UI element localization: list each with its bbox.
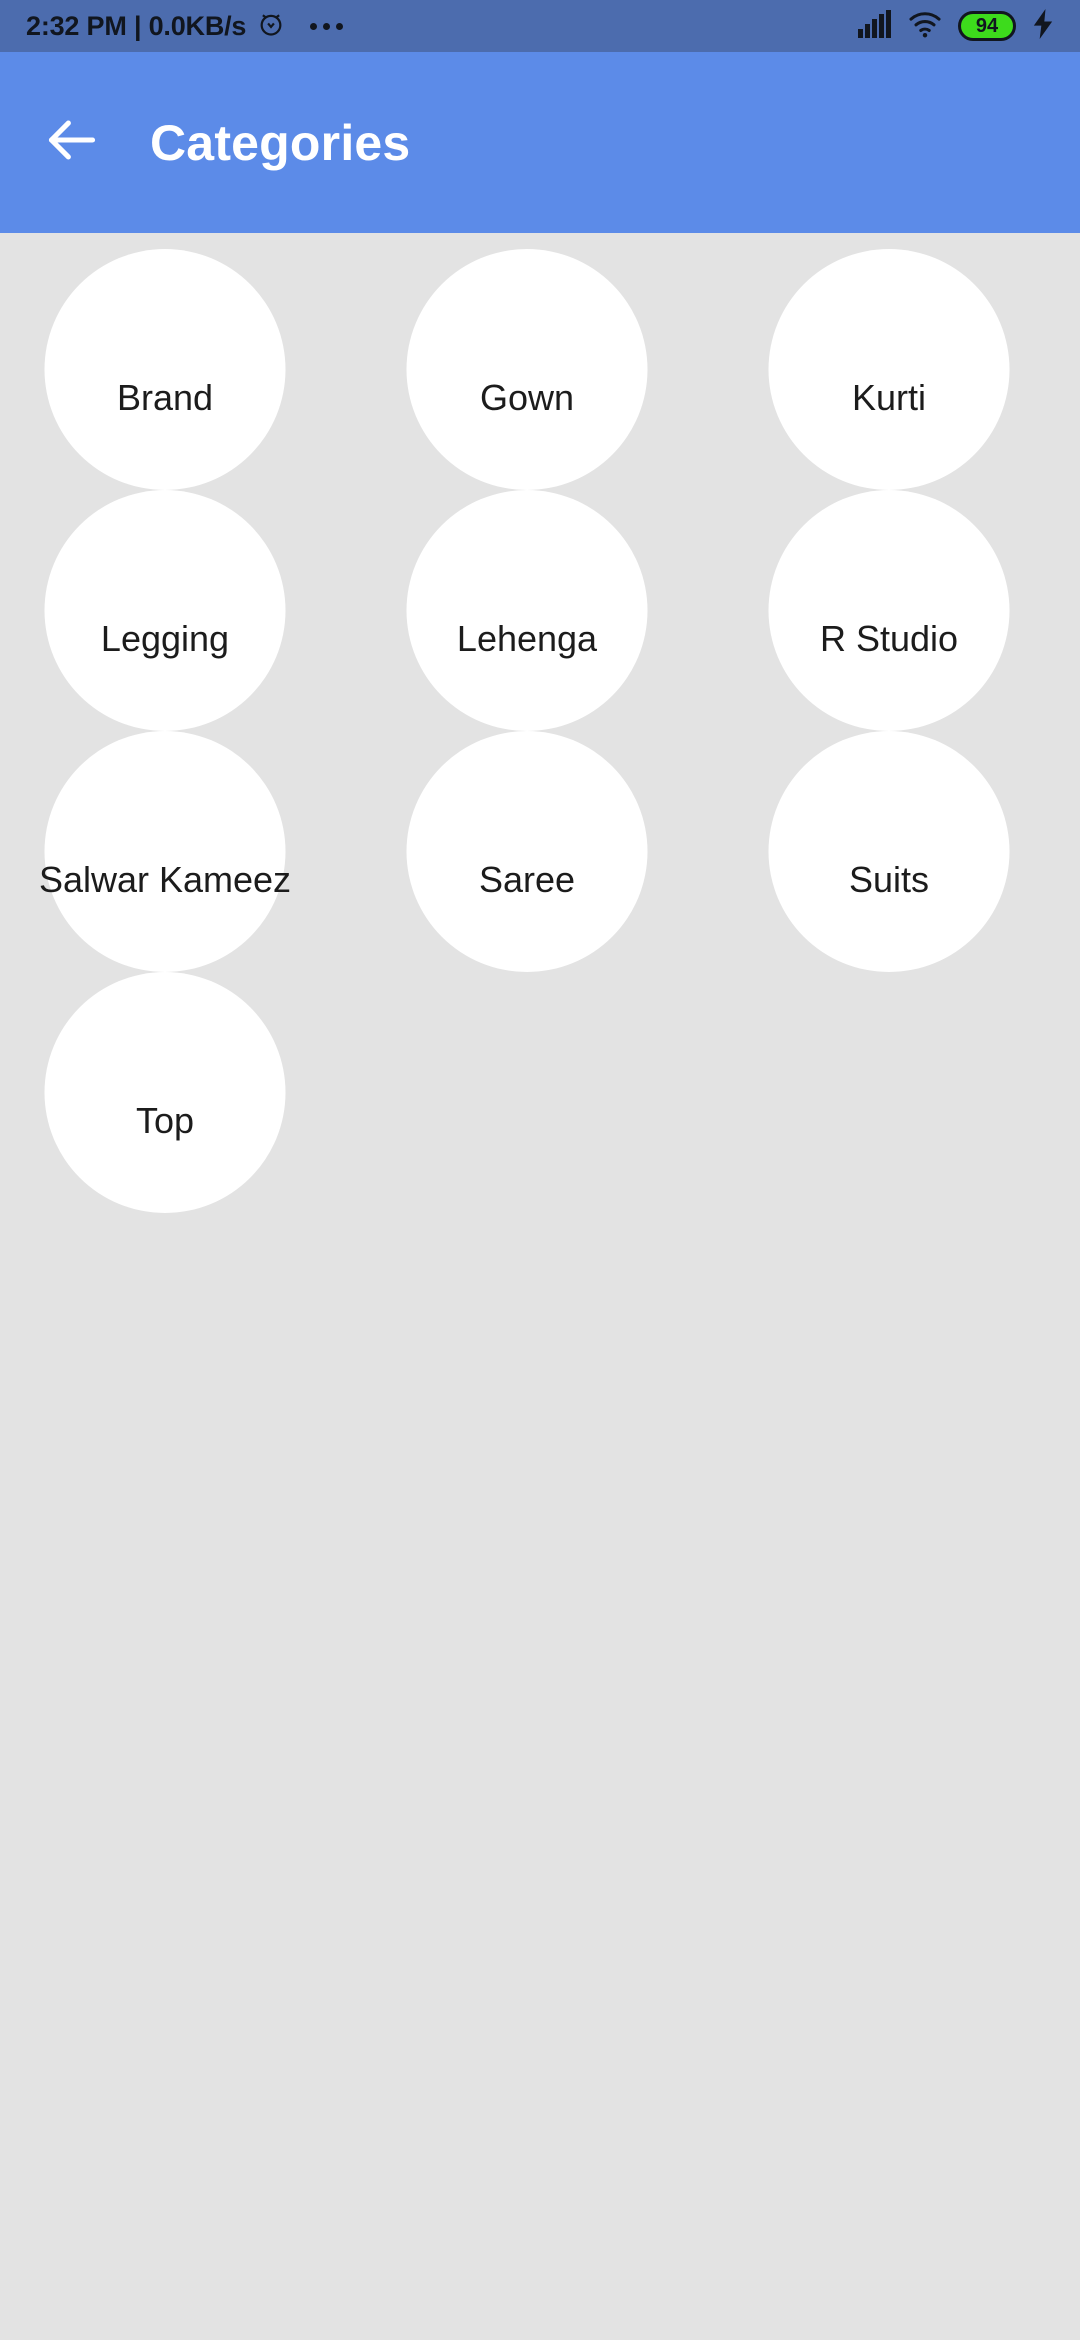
overflow-dot — [323, 22, 331, 30]
category-item[interactable]: Suits — [708, 731, 1070, 972]
category-circle — [406, 490, 648, 731]
category-circle — [44, 731, 286, 972]
category-label: Saree — [478, 858, 576, 900]
category-item[interactable]: Gown — [346, 249, 708, 490]
app-bar: Categories — [0, 52, 1080, 233]
category-circle — [44, 249, 286, 490]
category-circle — [44, 490, 286, 731]
charging-bolt-icon — [1032, 8, 1054, 44]
categories-grid-inner: Brand Gown Kurti Legging Lehenga R Studio Salw… — [0, 233, 1070, 1213]
page-title: Categories — [150, 114, 411, 171]
category-label: Salwar Kameez — [38, 858, 292, 900]
category-label: Suits — [848, 858, 930, 900]
category-circle — [44, 972, 286, 1213]
category-label: Legging — [100, 617, 230, 659]
category-item[interactable]: Salwar Kameez — [0, 731, 346, 972]
category-circle — [768, 731, 1010, 972]
status-clock-text: 2:32 PM | 0.0KB/s — [26, 10, 247, 41]
back-arrow-icon — [43, 111, 101, 174]
wifi-icon — [908, 10, 942, 43]
category-label: R Studio — [819, 617, 959, 659]
alarm-clock-icon — [257, 10, 285, 43]
category-label: Gown — [479, 376, 575, 418]
category-label: Top — [135, 1099, 195, 1141]
category-item[interactable]: Top — [0, 972, 346, 1213]
overflow-dots-icon[interactable] — [310, 22, 344, 30]
cellular-signal-icon — [858, 9, 892, 43]
back-button[interactable] — [14, 85, 130, 201]
battery-level-text: 94 — [975, 15, 999, 37]
status-bar: 2:32 PM | 0.0KB/s 94 — [0, 0, 1080, 52]
category-item[interactable]: Lehenga — [346, 490, 708, 731]
battery-indicator: 94 — [958, 11, 1016, 41]
category-circle — [768, 249, 1010, 490]
category-label: Lehenga — [456, 617, 598, 659]
category-item[interactable]: Saree — [346, 731, 708, 972]
category-item[interactable]: Legging — [0, 490, 346, 731]
status-bar-right: 94 — [858, 8, 1054, 44]
category-label: Kurti — [851, 376, 927, 418]
category-item[interactable]: Brand — [0, 249, 346, 490]
category-item[interactable]: Kurti — [708, 249, 1070, 490]
categories-grid: Brand Gown Kurti Legging Lehenga R Studio Salw… — [0, 233, 1080, 2340]
category-circle — [406, 249, 648, 490]
category-circle — [406, 731, 648, 972]
status-bar-left: 2:32 PM | 0.0KB/s — [26, 10, 344, 43]
overflow-dot — [310, 22, 318, 30]
category-label: Brand — [116, 376, 214, 418]
category-item[interactable]: R Studio — [708, 490, 1070, 731]
overflow-dot — [336, 22, 344, 30]
category-circle — [768, 490, 1010, 731]
